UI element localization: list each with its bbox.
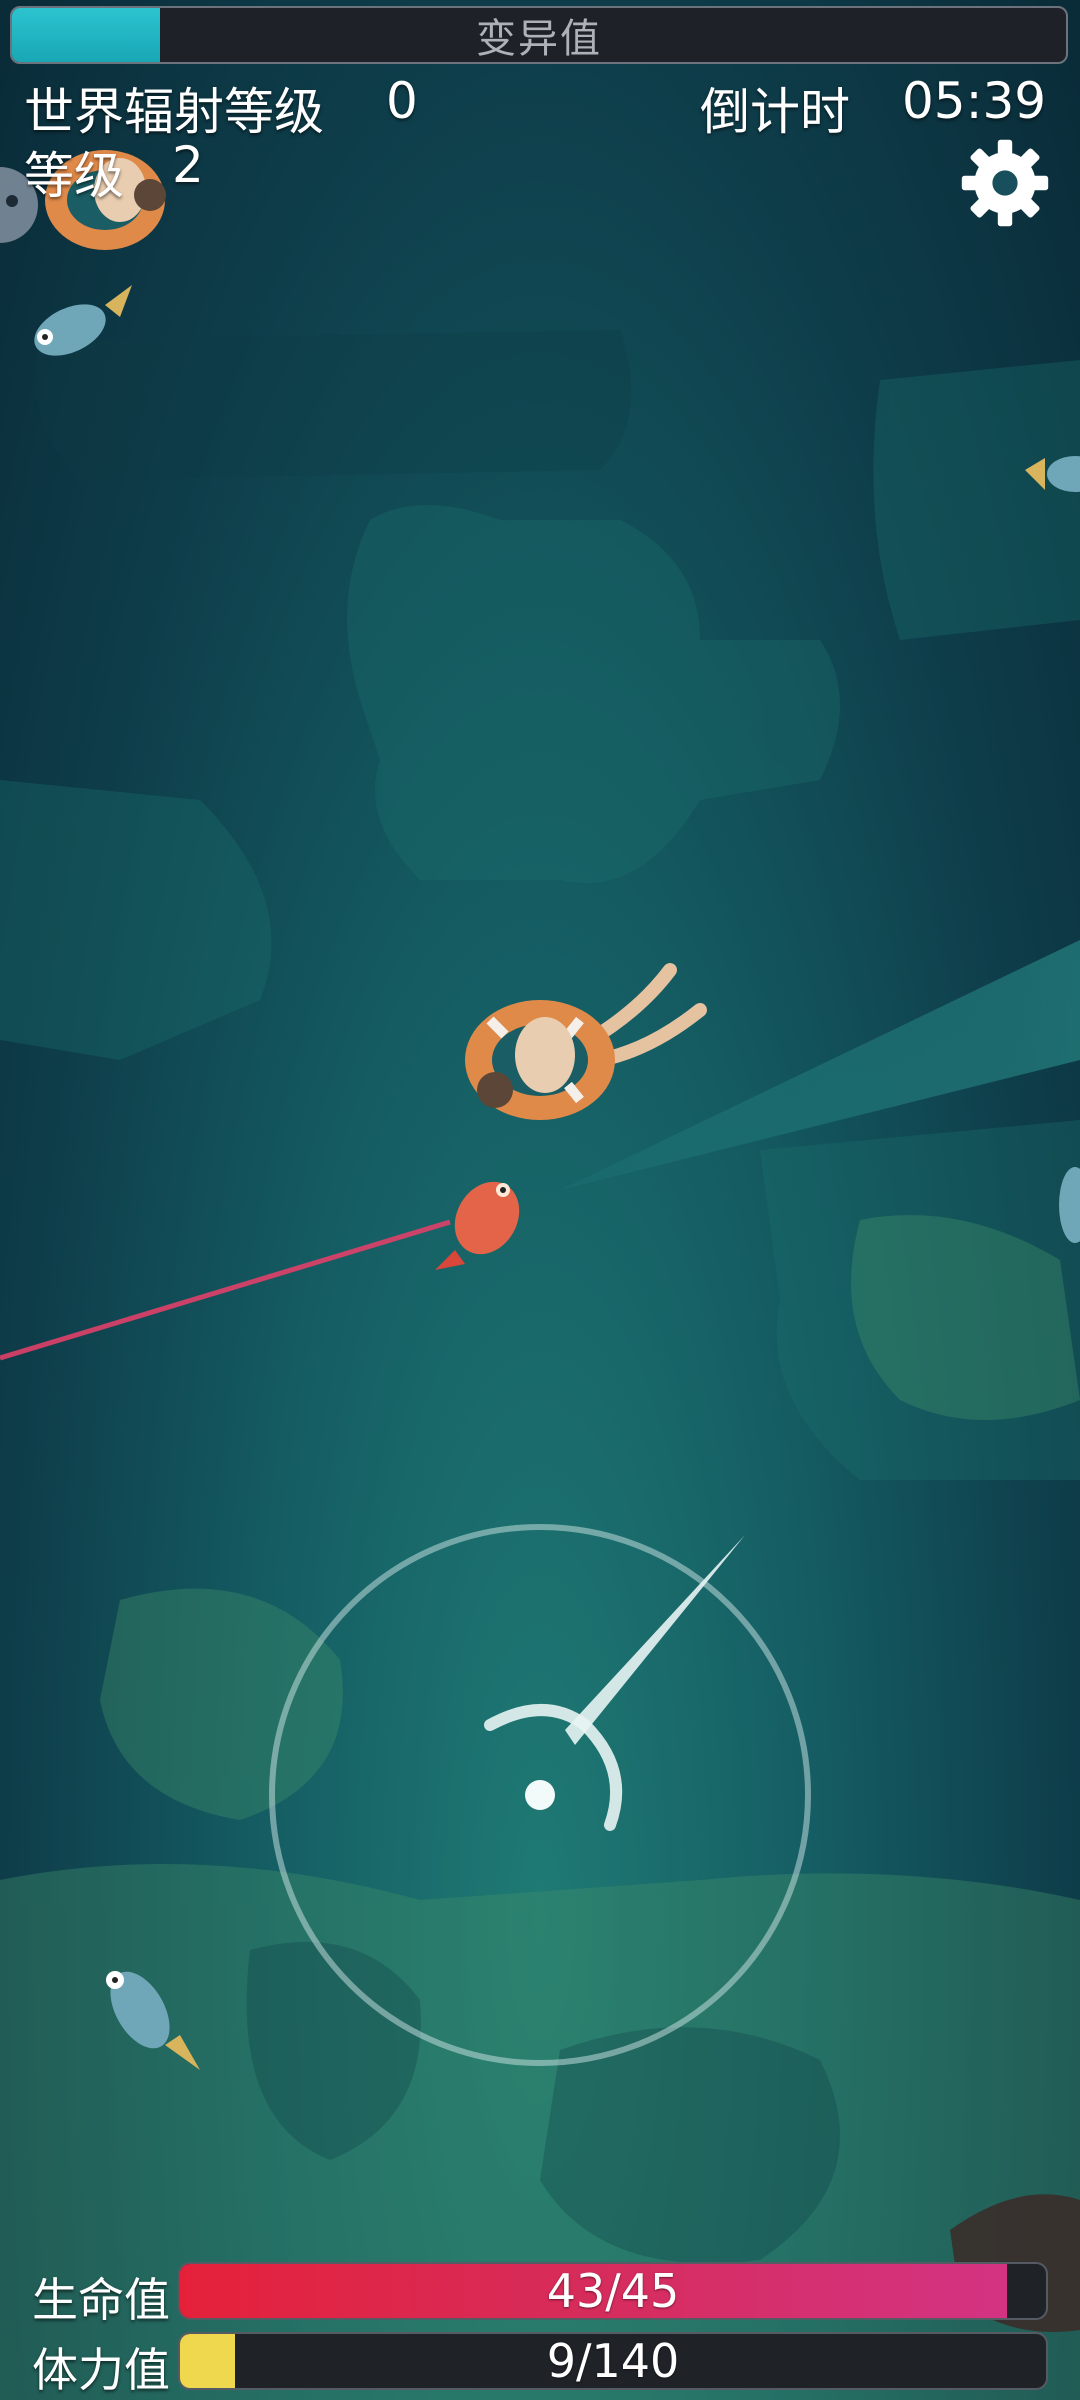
player-level-value: 2	[172, 136, 204, 194]
enemy-fish	[1025, 456, 1080, 492]
hp-bar: 43/45	[178, 2262, 1048, 2320]
enemy-fish	[106, 1971, 200, 2070]
stamina-label: 体力值	[32, 2343, 170, 2397]
enemy-fish	[1059, 1167, 1080, 1243]
hp-value: 43/45	[546, 2264, 680, 2318]
radiation-level-value: 0	[386, 72, 418, 130]
player-fish	[435, 1181, 520, 1270]
joystick[interactable]	[265, 1520, 815, 2070]
stamina-value: 9/140	[546, 2334, 680, 2388]
mutation-bar: 变异值	[10, 6, 1068, 64]
enemy-fish	[34, 285, 132, 356]
radiation-level-label: 世界辐射等级	[24, 83, 324, 141]
swimmer-enemy	[465, 963, 707, 1120]
hp-label: 生命值	[32, 2273, 170, 2327]
stamina-bar: 9/140	[178, 2332, 1048, 2390]
player-level-label: 等级	[24, 147, 124, 205]
countdown-value: 05:39	[902, 72, 1047, 130]
countdown-label: 倒计时	[700, 83, 850, 141]
game-screen[interactable]: 变异值 世界辐射等级 0 倒计时 05:39 等级 2 生命值 43/45 体力…	[0, 0, 1080, 2400]
joystick-knob[interactable]	[525, 1780, 555, 1810]
gear-icon[interactable]	[960, 138, 1050, 228]
mutation-label: 变异值	[476, 16, 602, 62]
